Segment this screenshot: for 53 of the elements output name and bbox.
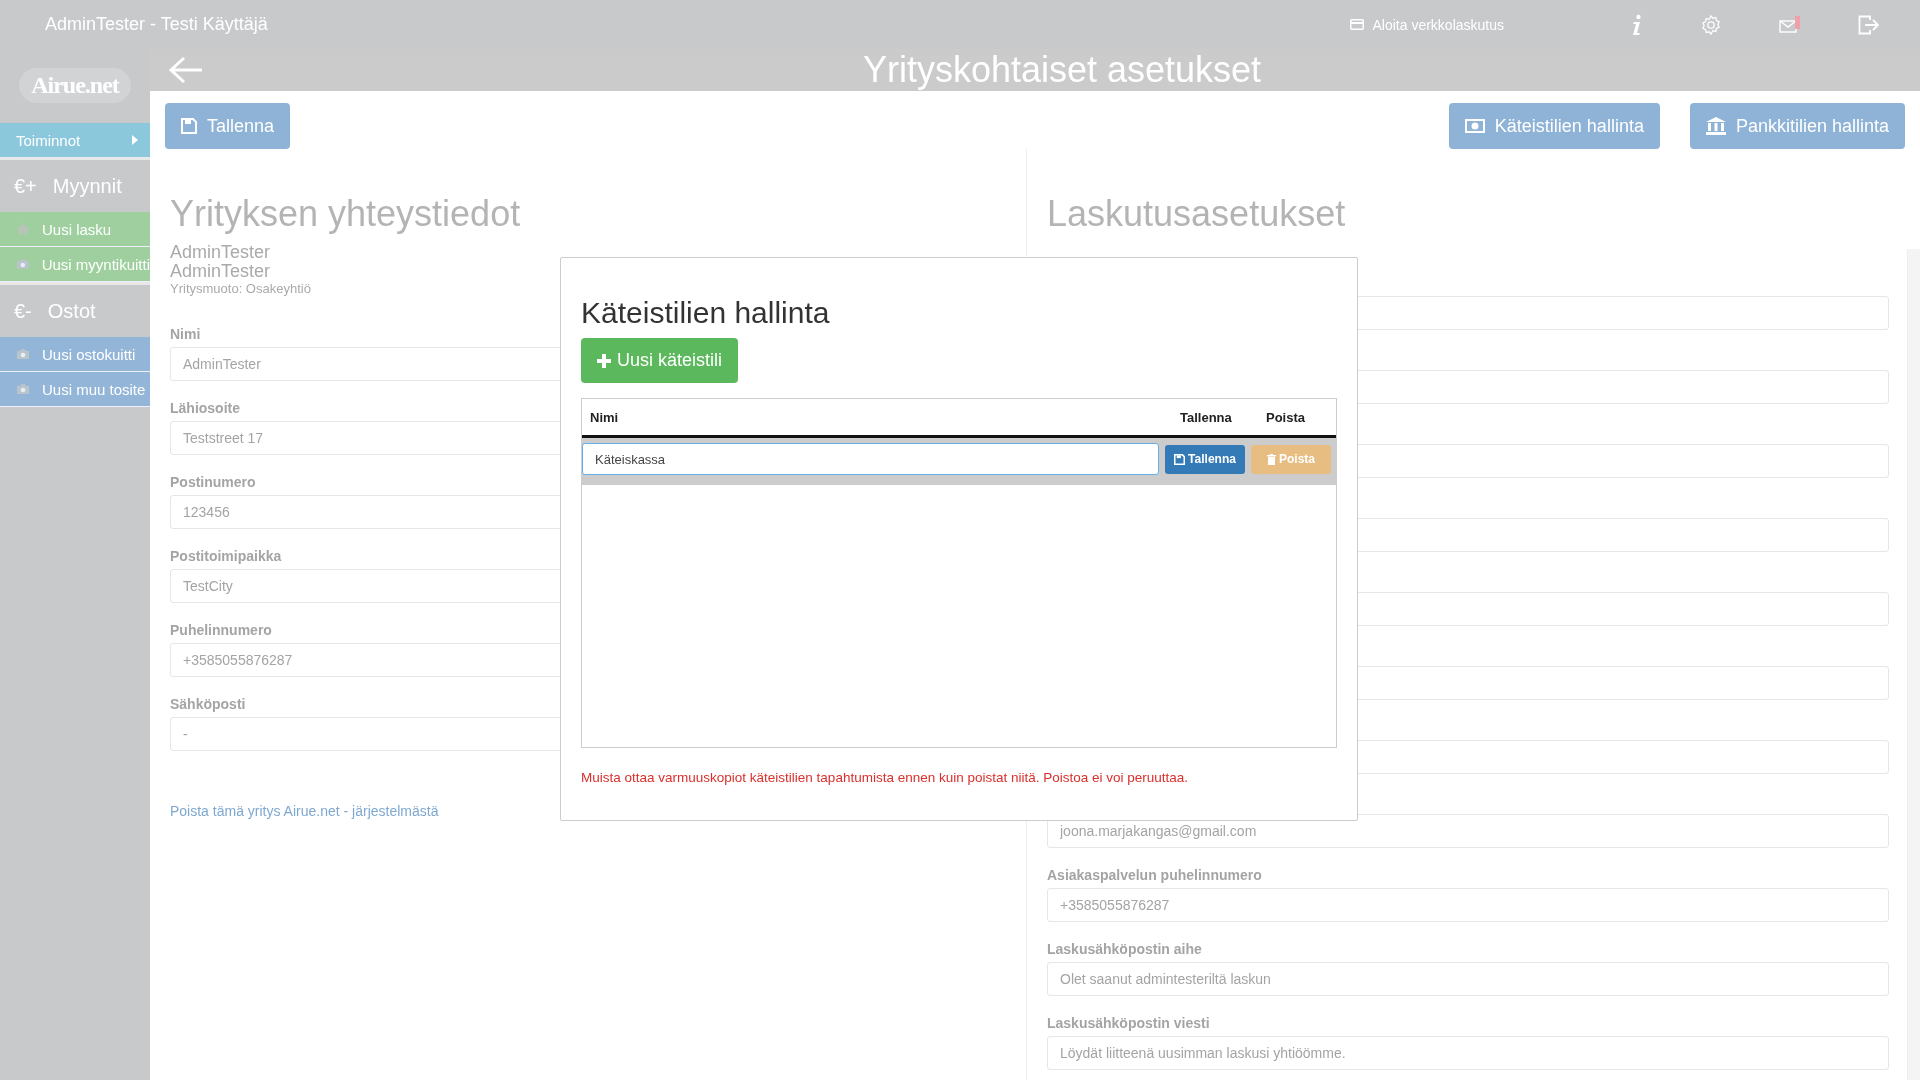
section-title: Laskutusasetukset — [1047, 193, 1347, 235]
camera-icon — [16, 383, 30, 395]
column-header: Tallenna — [1180, 409, 1233, 425]
section-title: Yrityksen yhteystiedot — [170, 193, 522, 235]
company-form: Yritysmuoto: Osakeyhtiö — [170, 281, 312, 296]
sidebar-item[interactable]: Uusi lasku — [0, 212, 150, 247]
field-label: Nimi — [170, 325, 201, 344]
sidebar-item[interactable]: Uusi myyntikuitti — [0, 247, 150, 282]
back-arrow-icon[interactable] — [168, 55, 204, 85]
field-label: Asiakaspalvelun puhelinnumero — [1047, 866, 1262, 885]
company-name: AdminTester — [170, 262, 272, 281]
field-label: Postinumero — [170, 473, 256, 492]
column-header: Nimi — [589, 409, 620, 425]
field-label: Puhelinnumero — [170, 621, 272, 640]
settings-icon[interactable] — [1700, 13, 1722, 36]
euro-symbol: €+ — [14, 174, 37, 198]
logout-icon[interactable] — [1858, 14, 1880, 35]
new-cash-account-button[interactable]: Uusi käteistili — [581, 338, 739, 383]
column-header: Poista — [1266, 409, 1306, 425]
plus-icon — [597, 353, 611, 368]
save-button[interactable]: Tallenna — [165, 103, 291, 149]
save-button[interactable]: Tallenna — [1165, 444, 1245, 474]
euro-symbol: €- — [14, 299, 32, 323]
piggy-bank-icon — [16, 223, 30, 235]
sidebar-item[interactable]: Uusi ostokuitti — [0, 337, 150, 372]
input-field[interactable]: +3585055876287 — [1047, 888, 1889, 922]
card-icon — [1350, 19, 1365, 30]
field-label: Laskusähköpostin aihe — [1047, 940, 1202, 959]
save-icon — [1174, 453, 1186, 465]
bank-icon — [1705, 117, 1726, 135]
banknote-icon — [1464, 119, 1485, 133]
info-icon[interactable] — [1631, 13, 1643, 36]
field-label: Lähiosoite — [170, 399, 240, 418]
input-field[interactable]: Löydät liitteenä uusimman laskusi yhtiöömme. — [1047, 1036, 1889, 1070]
menu-toggle[interactable]: Toiminnot — [0, 123, 150, 157]
caret-icon — [132, 135, 138, 145]
cash-accounts-button[interactable]: Käteistilien hallinta — [1448, 103, 1660, 149]
name-field[interactable]: Käteiskassa — [582, 443, 1159, 475]
camera-icon — [16, 348, 30, 360]
field-label: Laskusähköpostin viesti — [1047, 1014, 1210, 1033]
warning-text: Muista ottaa varmuuskopiot käteistilien tapahtumista ennen kuin poistat niitä. Poistoa ei voi peruuttaa. — [581, 770, 1190, 785]
bank-accounts-button[interactable]: Pankkitilien hallinta — [1689, 103, 1905, 149]
camera-icon — [16, 258, 30, 270]
company-name: AdminTester — [170, 243, 272, 262]
field-label: Sähköposti — [170, 695, 246, 714]
save-icon — [181, 118, 197, 134]
input-field[interactable]: Olet saanut admintesteriltä laskun — [1047, 962, 1889, 996]
field-label: Postitoimipaikka — [170, 547, 282, 566]
input-field[interactable]: joona.marjakangas@gmail.com — [1047, 814, 1889, 848]
mail-icon[interactable] — [1779, 15, 1801, 34]
sidebar-item[interactable]: Uusi muu tosite — [0, 372, 150, 407]
modal-title: Käteistilien hallinta — [581, 296, 831, 330]
trash-icon — [1267, 453, 1276, 465]
